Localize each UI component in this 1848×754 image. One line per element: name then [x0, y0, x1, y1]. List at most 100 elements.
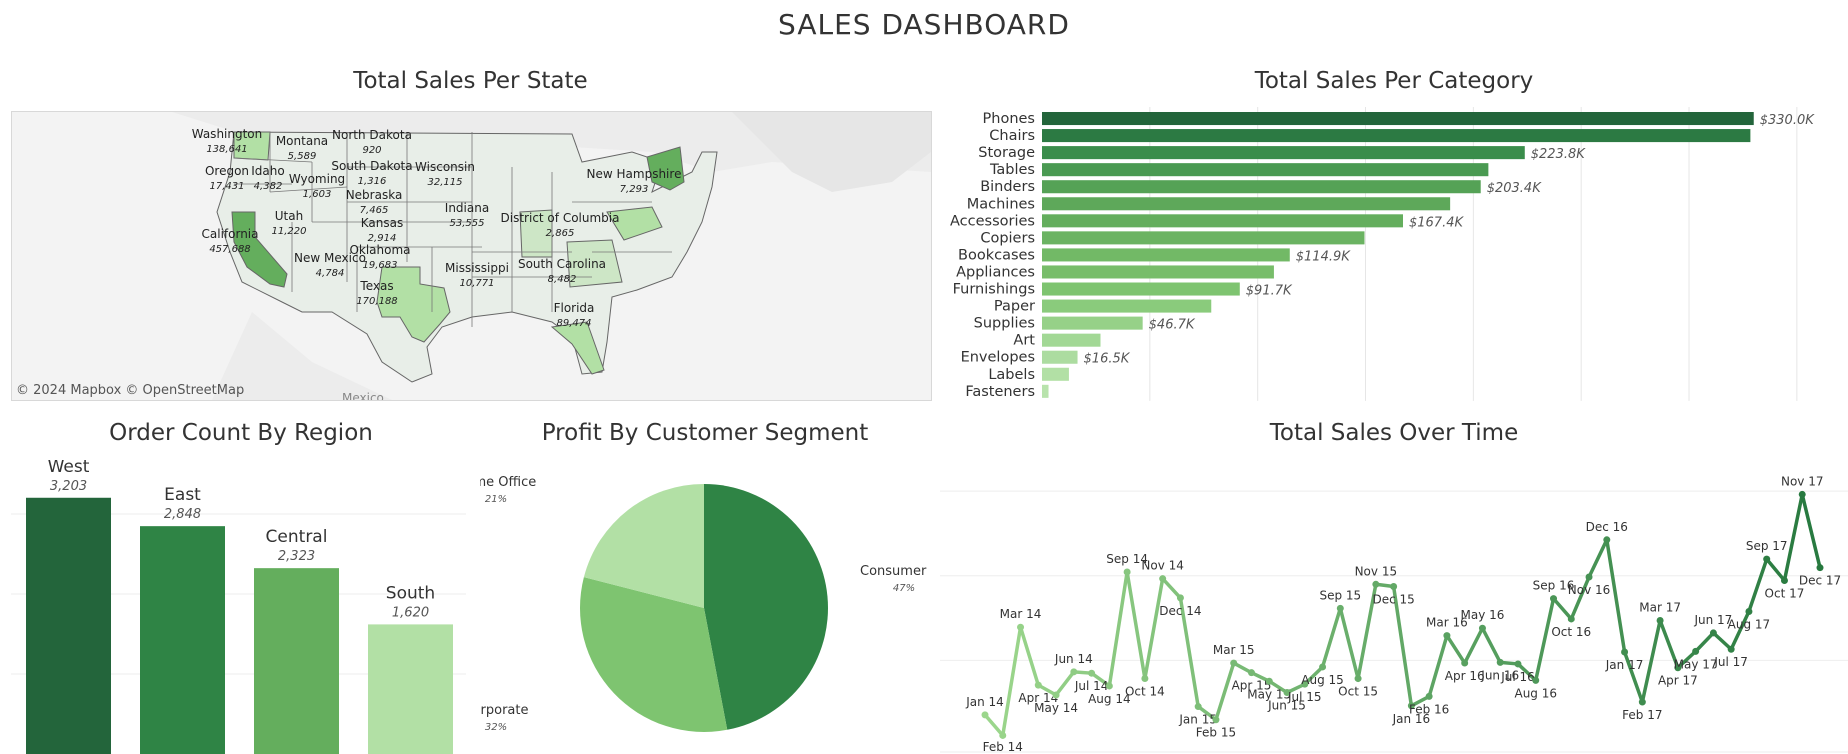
- line-point-oct-17[interactable]: [1780, 576, 1788, 584]
- line-label-may-14: May 14: [1034, 701, 1078, 715]
- line-point-nov-17[interactable]: [1798, 490, 1806, 498]
- line-segment: [1160, 576, 1183, 600]
- line-point-apr-16[interactable]: [1461, 659, 1469, 667]
- line-point-feb-16[interactable]: [1425, 692, 1433, 700]
- line-point-feb-17[interactable]: [1638, 698, 1646, 706]
- line-point-jun-16[interactable]: [1496, 658, 1504, 666]
- state-label-wisconsin: Wisconsin: [415, 160, 475, 174]
- line-point-sep-15[interactable]: [1336, 604, 1344, 612]
- line-label-nov-16: Nov 16: [1568, 583, 1611, 597]
- state-label-south-carolina: South Carolina: [518, 257, 606, 271]
- region-bar-central[interactable]: [254, 568, 339, 754]
- category-bar-appliances[interactable]: [1042, 265, 1274, 279]
- line-point-oct-15[interactable]: [1354, 675, 1362, 683]
- line-label-jul-17: Jul 17: [1713, 655, 1748, 669]
- line-point-may-14[interactable]: [1052, 691, 1060, 699]
- line-point-dec-16[interactable]: [1603, 536, 1611, 544]
- state-label-indiana: Indiana: [445, 201, 489, 215]
- category-label-supplies: Supplies: [974, 316, 1035, 332]
- line-point-mar-17[interactable]: [1656, 616, 1664, 624]
- state-label-wyoming: Wyoming: [289, 172, 345, 186]
- category-label-labels: Labels: [988, 367, 1035, 383]
- state-value-new-mexico: 4,784: [316, 268, 345, 279]
- line-point-sep-14[interactable]: [1123, 568, 1131, 576]
- line-point-feb-14[interactable]: [999, 731, 1007, 739]
- line-point-aug-14[interactable]: [1105, 682, 1113, 690]
- category-bar-storage[interactable]: [1042, 146, 1525, 160]
- line-point-nov-16[interactable]: [1585, 573, 1593, 581]
- line-point-sep-17[interactable]: [1763, 555, 1771, 563]
- category-bar-tables[interactable]: [1042, 163, 1489, 177]
- line-point-apr-15[interactable]: [1247, 669, 1255, 677]
- category-bar-bookcases[interactable]: [1042, 248, 1290, 262]
- line-point-jan-17[interactable]: [1621, 648, 1629, 656]
- line-segment: [1338, 606, 1360, 681]
- line-label-jun-14: Jun 14: [1054, 652, 1093, 666]
- category-label-art: Art: [1013, 333, 1035, 349]
- line-label-may-16: May 16: [1460, 608, 1504, 622]
- line-point-jan-14[interactable]: [981, 711, 989, 719]
- line-point-dec-14[interactable]: [1176, 594, 1184, 602]
- category-bar-paper[interactable]: [1042, 299, 1212, 313]
- category-bar-furnishings[interactable]: [1042, 282, 1240, 296]
- line-point-may-15[interactable]: [1265, 677, 1273, 685]
- sales-over-time-chart: Jan 14Feb 14Mar 14Apr 14May 14Jun 14Jul …: [940, 474, 1848, 754]
- category-bar-envelopes[interactable]: [1042, 350, 1078, 364]
- region-bar-south[interactable]: [368, 624, 453, 754]
- line-point-jul-17[interactable]: [1727, 645, 1735, 653]
- category-bar-supplies[interactable]: [1042, 316, 1143, 330]
- line-point-nov-15[interactable]: [1372, 580, 1380, 588]
- line-label-dec-17: Dec 17: [1799, 574, 1841, 588]
- line-segment: [1427, 633, 1449, 699]
- category-bar-chairs[interactable]: [1042, 129, 1751, 143]
- line-point-aug-16[interactable]: [1532, 676, 1540, 684]
- line-segment: [1125, 570, 1147, 681]
- category-bar-copiers[interactable]: [1042, 231, 1365, 245]
- line-point-jan-15[interactable]: [1194, 703, 1202, 711]
- line-label-dec-14: Dec 14: [1159, 604, 1201, 618]
- category-bar-art[interactable]: [1042, 333, 1101, 347]
- line-point-oct-14[interactable]: [1141, 674, 1149, 682]
- line-point-sep-16[interactable]: [1550, 595, 1558, 603]
- state-value-new-hampshire: 7,293: [620, 184, 649, 195]
- state-label-oregon: Oregon: [205, 164, 249, 178]
- region-label-east: East: [164, 485, 201, 505]
- category-bar-labels[interactable]: [1042, 367, 1069, 381]
- region-bar-west[interactable]: [26, 497, 111, 754]
- category-label-paper: Paper: [994, 299, 1035, 315]
- line-point-mar-14[interactable]: [1017, 623, 1025, 631]
- line-point-mar-15[interactable]: [1230, 659, 1238, 667]
- line-point-oct-16[interactable]: [1567, 615, 1575, 623]
- state-label-florida: Florida: [554, 301, 595, 315]
- line-chart-title: Total Sales Over Time: [1269, 420, 1519, 446]
- state-value-north-dakota: 920: [362, 145, 381, 156]
- line-point-apr-14[interactable]: [1034, 681, 1042, 689]
- category-bar-machines[interactable]: [1042, 197, 1451, 211]
- line-point-may-17[interactable]: [1692, 647, 1700, 655]
- line-point-nov-14[interactable]: [1159, 575, 1167, 583]
- line-point-aug-15[interactable]: [1319, 663, 1327, 671]
- line-point-dec-17[interactable]: [1816, 564, 1824, 572]
- state-label-utah: Utah: [275, 209, 303, 223]
- line-point-jul-16[interactable]: [1514, 660, 1522, 668]
- line-point-jun-14[interactable]: [1070, 668, 1078, 676]
- sales-per-state-map[interactable]: © 2024 Mapbox © OpenStreetMap Mexico Was…: [11, 111, 932, 401]
- line-point-dec-15[interactable]: [1390, 583, 1398, 591]
- category-value-storage: $223.8K: [1531, 147, 1586, 162]
- pie-slice-consumer[interactable]: [704, 484, 828, 730]
- category-bar-fasteners[interactable]: [1042, 384, 1049, 398]
- line-point-mar-16[interactable]: [1443, 632, 1451, 640]
- line-label-jan-17: Jan 17: [1605, 658, 1644, 672]
- line-label-apr-17: Apr 17: [1658, 674, 1698, 688]
- category-bar-phones[interactable]: [1042, 112, 1754, 126]
- category-bar-accessories[interactable]: [1042, 214, 1403, 228]
- line-point-aug-17[interactable]: [1745, 607, 1753, 615]
- line-point-may-16[interactable]: [1478, 624, 1486, 632]
- line-point-jun-17[interactable]: [1709, 629, 1717, 637]
- state-label-california: California: [202, 227, 259, 241]
- line-point-jul-14[interactable]: [1088, 669, 1096, 677]
- category-bar-binders[interactable]: [1042, 180, 1481, 194]
- region-value-south: 1,620: [392, 605, 429, 620]
- line-point-feb-15[interactable]: [1212, 716, 1220, 724]
- region-bar-east[interactable]: [140, 526, 225, 754]
